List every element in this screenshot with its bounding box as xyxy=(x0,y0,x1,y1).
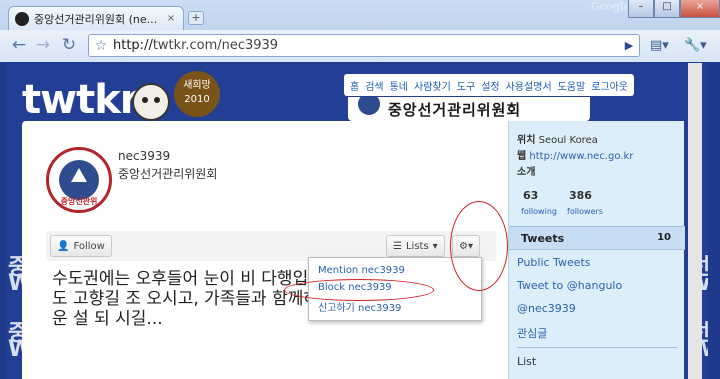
page-menu-icon[interactable]: ▤▾ xyxy=(650,38,669,53)
tab-close-icon[interactable]: × xyxy=(165,13,177,24)
page-content: 중 W 중 W 선 w 선 W twtkr 새희망 2010 홈 검색 통네 사… xyxy=(6,63,708,379)
site-menu: 홈 검색 통네 사람찾기 도구 설정 사용설명서 도움말 로그아웃 xyxy=(344,74,635,96)
location-value: Seoul Korea xyxy=(538,135,598,146)
vertical-scrollbar[interactable] xyxy=(688,63,702,379)
reload-icon[interactable]: ↻ xyxy=(58,36,80,56)
menu-item-home[interactable]: 홈 xyxy=(350,78,359,93)
lists-button[interactable]: ☰ Lists ▾ xyxy=(386,235,445,257)
location-label: 위치 xyxy=(517,135,536,146)
menu-item-find-people[interactable]: 사람찾기 xyxy=(414,78,451,93)
browser-chrome: 중앙선거관리위원회 (ne... × + Google – □ × ← → ↻ … xyxy=(0,0,720,62)
badge-line2: 2010 xyxy=(184,94,210,105)
tab-title: 중앙선거관리위원회 (ne... xyxy=(34,12,158,26)
followers-count[interactable]: 386 xyxy=(569,189,592,202)
menu-item-search[interactable]: 검색 xyxy=(365,78,383,93)
web-link[interactable]: http://www.nec.go.kr xyxy=(529,151,633,162)
minimize-button[interactable]: – xyxy=(628,0,654,18)
annotation-circle-gear xyxy=(450,201,508,291)
tab-strip: 중앙선거관리위원회 (ne... × + Google – □ × xyxy=(0,0,720,30)
tiger-mascot-icon xyxy=(132,83,170,121)
sidebar-link-mentions[interactable]: @nec3939 xyxy=(517,302,576,315)
nec-emblem-icon xyxy=(358,97,380,115)
menu-item-report[interactable]: 신고하기 nec3939 xyxy=(318,299,401,314)
follow-label: Follow xyxy=(73,240,105,252)
tweets-header[interactable]: Tweets 10 xyxy=(509,226,685,250)
sidebar-link-tweet-to[interactable]: Tweet to @hangulo xyxy=(517,279,622,292)
sidebar-list-label: List xyxy=(517,355,537,368)
add-user-icon: 👤 xyxy=(57,240,70,252)
back-icon[interactable]: ← xyxy=(8,36,30,56)
bio-row: 소개 xyxy=(517,163,535,178)
avatar-text: 중앙선관위 xyxy=(60,197,98,206)
browser-tab[interactable]: 중앙선거관리위원회 (ne... × xyxy=(8,6,184,30)
bookmark-star-icon[interactable]: ☆ xyxy=(89,38,113,54)
chevron-down-icon: ▾ xyxy=(432,240,438,252)
bio-label: 소개 xyxy=(517,167,536,178)
sidebar-link-public-tweets[interactable]: Public Tweets xyxy=(517,256,591,269)
lists-label: Lists xyxy=(405,240,429,252)
go-icon[interactable]: ▶ xyxy=(619,39,639,52)
menu-item-settings[interactable]: 설정 xyxy=(481,78,499,93)
sidebar-divider xyxy=(517,347,677,348)
new-tab-button[interactable]: + xyxy=(188,11,204,25)
banner-text: 중앙선거관리위원회 xyxy=(388,101,522,119)
site-logo[interactable]: twtkr xyxy=(22,77,140,123)
profile-fullname: 중앙선거관리위원회 xyxy=(118,167,218,181)
avatar[interactable]: 중앙선관위 xyxy=(46,147,112,213)
favicon-icon xyxy=(15,11,29,26)
following-label[interactable]: following xyxy=(521,207,557,216)
new-hope-badge: 새희망 2010 xyxy=(174,71,220,117)
url-prefix: http:// xyxy=(113,38,153,53)
menu-item-help[interactable]: 도움말 xyxy=(558,78,586,93)
menu-item-logout[interactable]: 로그아웃 xyxy=(591,78,628,93)
annotation-circle-block xyxy=(284,279,434,301)
forward-icon[interactable]: → xyxy=(32,36,54,56)
list-icon: ☰ xyxy=(393,240,402,252)
browser-brand: Google xyxy=(590,0,630,13)
badge-line1: 새희망 xyxy=(183,80,211,91)
browser-toolbar: ← → ↻ ☆ http://twtkr.com/nec3939 ▶ ▤▾ 🔧▾ xyxy=(0,30,720,62)
menu-item-mention[interactable]: Mention nec3939 xyxy=(318,265,405,276)
url-text: http://twtkr.com/nec3939 xyxy=(113,38,619,53)
location-row: 위치 Seoul Korea xyxy=(517,131,598,146)
followers-label[interactable]: followers xyxy=(567,207,603,216)
tweets-label: Tweets xyxy=(521,232,565,245)
menu-item-tools[interactable]: 도구 xyxy=(457,78,475,93)
follow-button[interactable]: 👤 Follow xyxy=(50,235,112,257)
profile-card: 중앙선관위 nec3939 중앙선거관리위원회 👤 Follow ☰ Lists… xyxy=(22,121,508,379)
tweets-count: 10 xyxy=(657,232,671,243)
url-host: twtkr.com/nec3939 xyxy=(152,38,279,53)
close-window-button[interactable]: × xyxy=(680,0,720,18)
profile-username: nec3939 xyxy=(118,149,171,163)
menu-item-neighborhood[interactable]: 통네 xyxy=(390,78,408,93)
nec-banner: 중앙선거관리위원회 xyxy=(348,97,590,121)
sidebar-link-favorites[interactable]: 관심글 xyxy=(517,325,547,341)
following-count[interactable]: 63 xyxy=(523,189,538,202)
maximize-button[interactable]: □ xyxy=(654,0,680,18)
profile-sidebar: 위치 Seoul Korea 웹 http://www.nec.go.kr 소개… xyxy=(508,121,685,379)
menu-item-manual[interactable]: 사용설명서 xyxy=(506,78,552,93)
web-label: 웹 xyxy=(517,151,527,162)
wrench-icon[interactable]: 🔧▾ xyxy=(684,38,707,53)
address-bar[interactable]: ☆ http://twtkr.com/nec3939 ▶ xyxy=(88,34,640,57)
web-row: 웹 http://www.nec.go.kr xyxy=(517,147,633,162)
